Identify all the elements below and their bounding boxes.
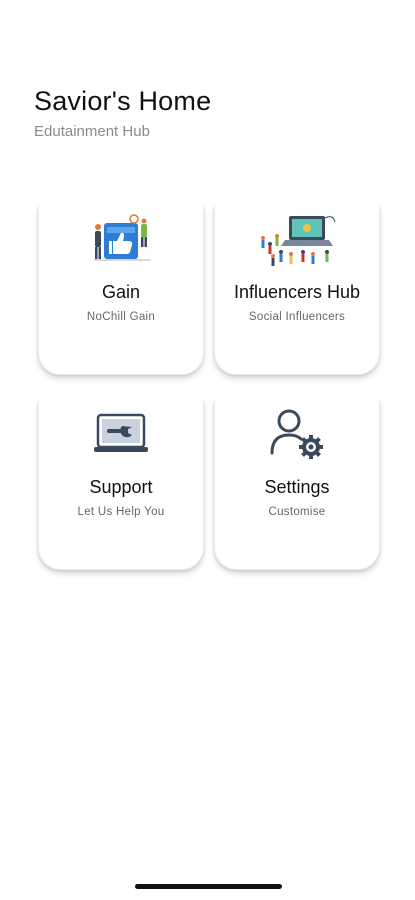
support-card[interactable]: Support Let Us Help You bbox=[38, 401, 204, 570]
page-subtitle: Edutainment Hub bbox=[34, 123, 150, 140]
card-subtitle: NoChill Gain bbox=[86, 311, 156, 323]
page-title: Savior's Home bbox=[34, 86, 212, 116]
page-header: Savior's Home Edutainment Hub bbox=[34, 84, 211, 142]
influencers-laptop-illustration-icon bbox=[215, 208, 379, 270]
home-indicator[interactable] bbox=[135, 884, 282, 889]
influencers-hub-card[interactable]: Influencers Hub Social Influencers bbox=[214, 206, 380, 375]
card-title: Settings bbox=[264, 477, 330, 497]
card-title: Gain bbox=[101, 282, 141, 302]
user-gear-icon bbox=[215, 403, 379, 465]
menu-grid: Gain NoChill Gain Influencers Hub Social… bbox=[38, 206, 380, 570]
card-title: Influencers Hub bbox=[233, 282, 361, 302]
gain-card[interactable]: Gain NoChill Gain bbox=[38, 206, 204, 375]
settings-card[interactable]: Settings Customise bbox=[214, 401, 380, 570]
card-title: Support bbox=[89, 477, 153, 497]
card-subtitle: Social Influencers bbox=[248, 311, 346, 323]
card-subtitle: Let Us Help You bbox=[77, 506, 165, 518]
social-like-illustration-icon bbox=[39, 208, 203, 270]
laptop-wrench-icon bbox=[39, 403, 203, 465]
card-subtitle: Customise bbox=[268, 506, 326, 518]
